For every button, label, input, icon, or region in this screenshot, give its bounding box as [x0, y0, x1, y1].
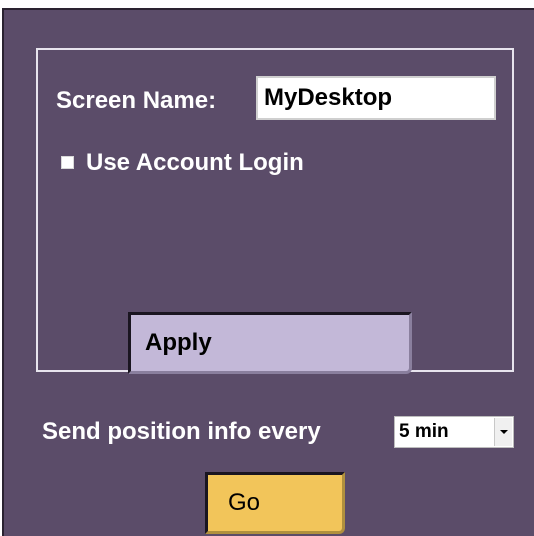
- use-account-login-checkbox[interactable]: [61, 156, 74, 169]
- interval-value: 5 min: [399, 421, 449, 442]
- use-account-login-label: Use Account Login: [86, 149, 304, 176]
- go-button[interactable]: Go: [205, 472, 345, 534]
- apply-button[interactable]: Apply: [128, 312, 412, 374]
- chevron-down-icon[interactable]: [494, 418, 512, 446]
- screen-name-input[interactable]: [256, 76, 496, 120]
- interval-select[interactable]: 5 min: [394, 416, 514, 448]
- send-position-label: Send position info every: [42, 418, 321, 445]
- screen-name-label: Screen Name:: [56, 87, 217, 114]
- settings-panel: Screen Name: Use Account Login Apply Sen…: [2, 8, 534, 536]
